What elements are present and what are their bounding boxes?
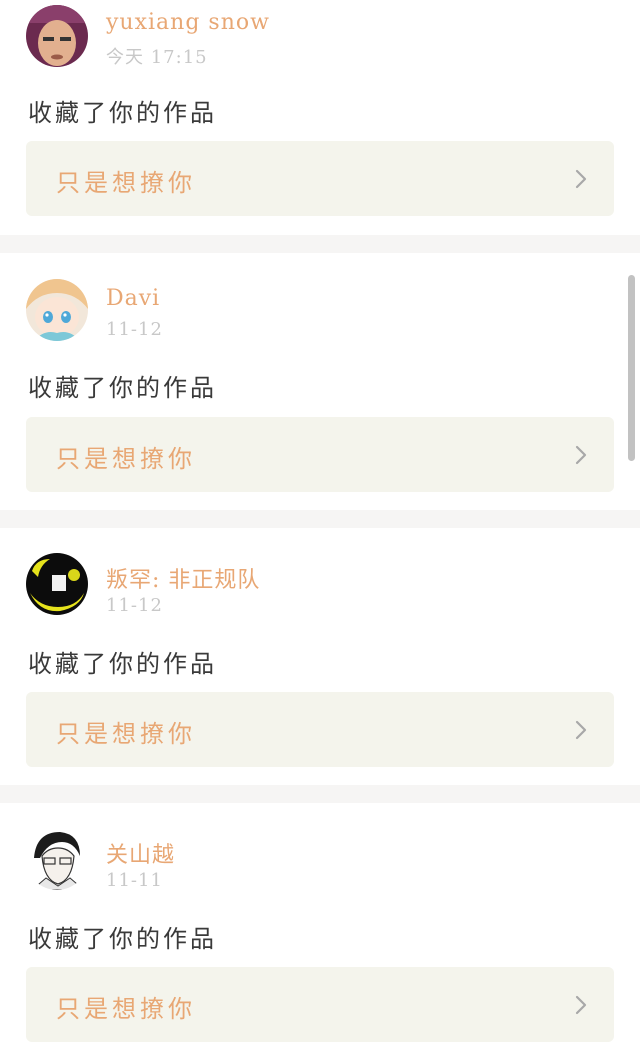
card-separator — [0, 785, 640, 803]
user-avatar[interactable] — [26, 5, 88, 67]
chevron-right-icon — [575, 720, 587, 740]
chevron-right-icon — [575, 169, 587, 189]
sketch-character-avatar-icon — [26, 828, 88, 890]
user-name[interactable]: yuxiang snow — [106, 10, 270, 35]
notification-card: 叛罕: 非正规队 11-12 收藏了你的作品 只是想撩你 — [0, 528, 640, 768]
scrollbar[interactable] — [628, 275, 635, 461]
user-avatar[interactable] — [26, 828, 88, 890]
action-text: 收藏了你的作品 — [28, 99, 217, 127]
work-title: 只是想撩你 — [56, 720, 196, 748]
notification-card: Davi 11-12 收藏了你的作品 只是想撩你 — [0, 253, 640, 493]
action-text: 收藏了你的作品 — [28, 925, 217, 953]
work-title: 只是想撩你 — [56, 445, 196, 473]
action-text: 收藏了你的作品 — [28, 650, 217, 678]
timestamp: 今天 17:15 — [106, 47, 208, 68]
timestamp: 11-12 — [106, 595, 163, 616]
card-separator — [0, 510, 640, 528]
user-name[interactable]: 关山越 — [106, 837, 175, 869]
user-avatar[interactable] — [26, 279, 88, 341]
notification-card: yuxiang snow 今天 17:15 收藏了你的作品 只是想撩你 — [0, 0, 640, 240]
user-name[interactable]: Davi — [106, 286, 160, 311]
work-link[interactable]: 只是想撩你 — [26, 141, 614, 216]
card-separator — [0, 235, 640, 253]
work-title: 只是想撩你 — [56, 169, 196, 197]
work-link[interactable]: 只是想撩你 — [26, 692, 614, 767]
photo-avatar-man-icon — [26, 5, 88, 67]
chevron-right-icon — [575, 445, 587, 465]
chevron-right-icon — [575, 995, 587, 1015]
yellow-black-avatar-icon — [26, 553, 88, 615]
user-name[interactable]: 叛罕: 非正规队 — [106, 562, 260, 594]
timestamp: 11-11 — [106, 870, 163, 891]
anime-girl-avatar-icon — [26, 279, 88, 341]
timestamp: 11-12 — [106, 319, 163, 340]
action-text: 收藏了你的作品 — [28, 374, 217, 402]
work-link[interactable]: 只是想撩你 — [26, 967, 614, 1042]
notification-card: 关山越 11-11 收藏了你的作品 只是想撩你 — [0, 803, 640, 1043]
work-title: 只是想撩你 — [56, 995, 196, 1023]
user-avatar[interactable] — [26, 553, 88, 615]
work-link[interactable]: 只是想撩你 — [26, 417, 614, 492]
